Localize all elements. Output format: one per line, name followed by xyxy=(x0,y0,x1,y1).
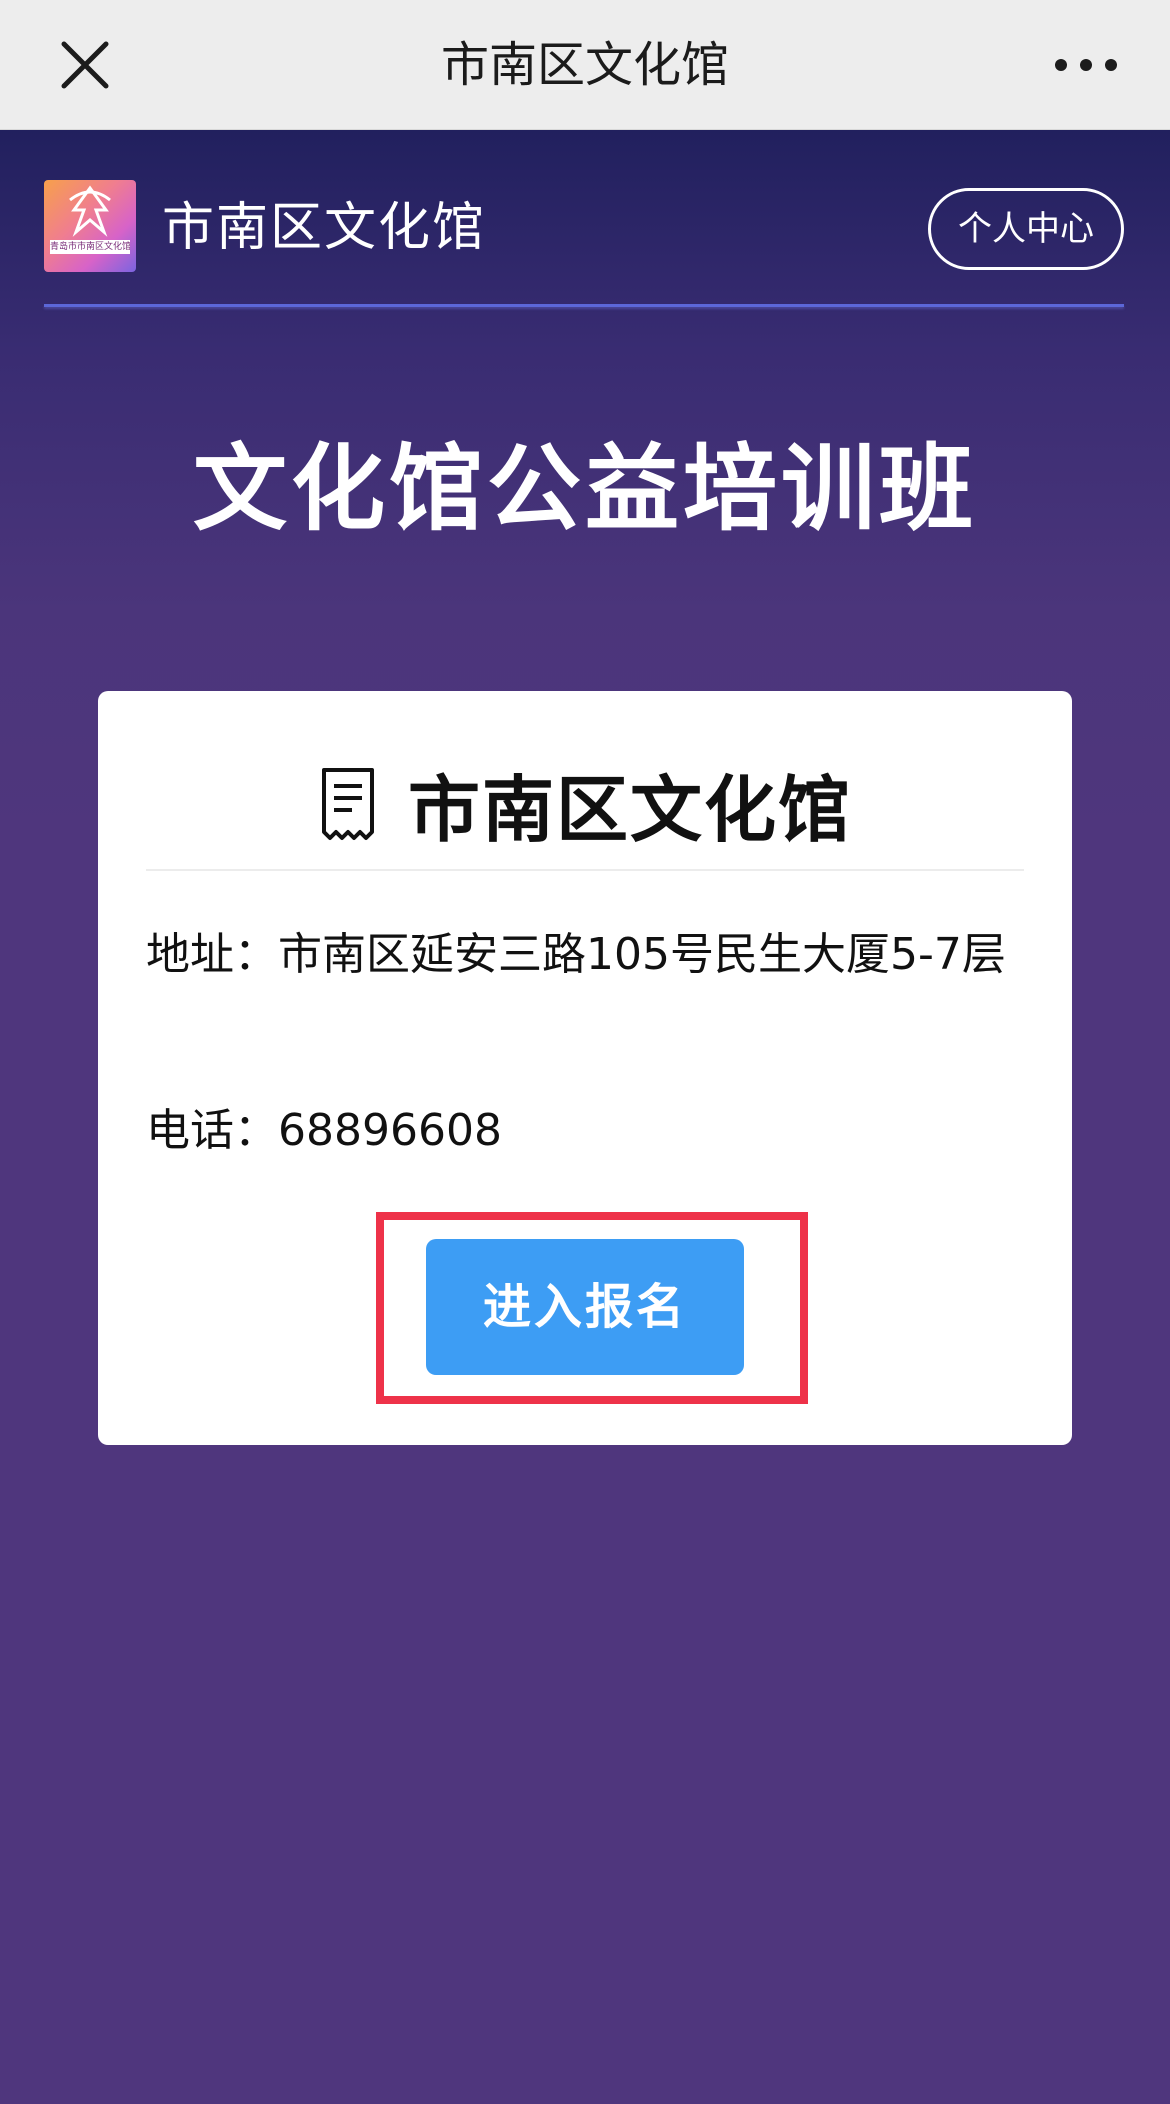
card-divider xyxy=(146,869,1024,871)
enter-registration-button[interactable]: 进入报名 xyxy=(426,1239,744,1375)
site-logo: 青岛市市南区文化馆 xyxy=(44,180,136,272)
logo-text: 青岛市市南区文化馆 xyxy=(50,240,130,254)
phone-text: 电话：68896608 xyxy=(146,1105,502,1156)
venue-card: 市南区文化馆 地址：市南区延安三路105号民生大厦5-7层 电话：6889660… xyxy=(98,691,1072,1445)
card-title: 市南区文化馆 xyxy=(407,768,852,852)
site-name: 市南区文化馆 xyxy=(162,198,487,258)
site-header: 青岛市市南区文化馆 市南区文化馆 个人中心 xyxy=(44,180,1124,280)
header-divider xyxy=(44,304,1124,307)
page-title: 文化馆公益培训班 xyxy=(192,435,977,544)
nav-title: 市南区文化馆 xyxy=(440,37,729,93)
address-text: 地址：市南区延安三路105号民生大厦5-7层 xyxy=(146,929,1006,980)
receipt-icon xyxy=(318,766,378,842)
close-icon[interactable] xyxy=(50,30,120,100)
user-center-button[interactable]: 个人中心 xyxy=(928,188,1124,270)
card-header: 市南区文化馆 xyxy=(98,751,1072,852)
more-dots-icon[interactable] xyxy=(1050,40,1122,90)
page-body: 青岛市市南区文化馆 市南区文化馆 个人中心 文化馆公益培训班 市南区文化馆 地址… xyxy=(0,130,1170,2104)
top-nav-bar: 市南区文化馆 xyxy=(0,0,1170,130)
